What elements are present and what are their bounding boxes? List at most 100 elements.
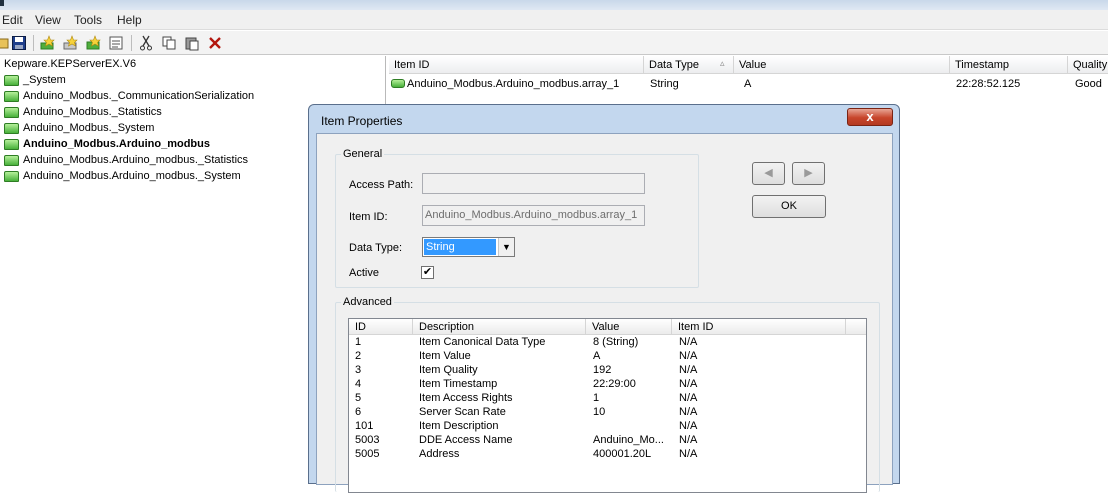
menu-edit[interactable]: Edit <box>2 13 23 27</box>
tree-item-label: _System <box>23 74 66 86</box>
cell-value: 22:29:00 <box>593 378 636 390</box>
cell-description: Item Canonical Data Type <box>419 336 546 348</box>
access-path-field[interactable] <box>422 173 645 194</box>
table-row[interactable]: 5003 DDE Access Name Anduino_Mo... N/A <box>349 434 866 448</box>
next-button[interactable]: ▶ <box>792 162 825 185</box>
cell-value: 8 (String) <box>593 336 639 348</box>
folder-icon <box>4 107 19 118</box>
cell-item-id: N/A <box>679 406 698 418</box>
menu-bar: Edit View Tools Help <box>0 10 1108 30</box>
column-value[interactable]: Value <box>586 319 672 335</box>
folder-icon <box>4 155 19 166</box>
app-icon <box>0 0 4 6</box>
cell-id: 2 <box>355 350 362 362</box>
cell-value: A <box>593 350 601 362</box>
cell-description: DDE Access Name <box>419 434 513 446</box>
close-button[interactable]: x <box>847 108 893 126</box>
cell-id: 5 <box>355 392 362 404</box>
properties-icon[interactable] <box>108 35 124 51</box>
column-id[interactable]: ID <box>349 319 413 335</box>
cell-value: Anduino_Mo... <box>593 434 664 446</box>
column-item-id[interactable]: Item ID <box>389 56 644 74</box>
cell-id: 3 <box>355 364 362 376</box>
cell-id: 6 <box>355 406 362 418</box>
data-type-select[interactable]: String ▼ <box>422 237 515 257</box>
table-row[interactable]: 3 Item Quality 192 N/A <box>349 364 866 378</box>
toolbar <box>0 31 1108 55</box>
cell-id: 5003 <box>355 434 380 446</box>
advanced-properties-table: ID Description Value Item ID 1 Item Canon… <box>348 318 867 493</box>
row-data-type: String <box>650 78 679 90</box>
cell-value: 10 <box>593 406 606 418</box>
cell-description: Server Scan Rate <box>419 406 506 418</box>
advanced-group-title: Advanced <box>341 296 394 308</box>
folder-icon <box>4 139 19 150</box>
item-properties-dialog: Item Properties x General Access Path: I… <box>308 104 900 493</box>
cell-description: Item Access Rights <box>419 392 513 404</box>
cell-description: Address <box>419 448 460 460</box>
cell-item-id: N/A <box>679 392 698 404</box>
new-channel-icon[interactable] <box>39 35 55 51</box>
column-description[interactable]: Description <box>413 319 586 335</box>
tree-item-label: Anduino_Modbus.Arduino_modbus._System <box>23 170 241 182</box>
toolbar-separator <box>33 35 34 51</box>
column-timestamp[interactable]: Timestamp <box>950 56 1068 74</box>
cell-description: Item Timestamp <box>419 378 498 390</box>
previous-button[interactable]: ◀ <box>752 162 785 185</box>
active-label: Active <box>349 267 379 279</box>
table-row[interactable]: 1 Item Canonical Data Type 8 (String) N/A <box>349 336 866 350</box>
copy-icon[interactable] <box>161 35 177 51</box>
column-value[interactable]: Value <box>734 56 950 74</box>
cell-item-id: N/A <box>679 378 698 390</box>
cell-item-id: N/A <box>679 420 698 432</box>
cell-id: 5005 <box>355 448 380 460</box>
cell-description: Item Value <box>419 350 471 362</box>
item-id-field[interactable]: Anduino_Modbus.Arduino_modbus.array_1 <box>422 205 645 226</box>
cell-value: 192 <box>593 364 612 376</box>
new-tag-icon[interactable] <box>85 35 101 51</box>
table-row[interactable]: Anduino_Modbus.Arduino_modbus.array_1 St… <box>389 76 1108 93</box>
cell-item-id: N/A <box>679 448 698 460</box>
folder-icon <box>4 171 19 182</box>
tree-item-label: Anduino_Modbus.Arduino_modbus <box>23 138 210 150</box>
access-path-label: Access Path: <box>349 179 414 191</box>
cell-description: Item Quality <box>419 364 478 376</box>
cell-id: 101 <box>355 420 374 432</box>
data-type-selected: String <box>424 239 496 255</box>
row-value: A <box>744 78 752 90</box>
save-icon[interactable] <box>11 35 27 51</box>
ok-button[interactable]: OK <box>752 195 826 218</box>
row-item-id: Anduino_Modbus.Arduino_modbus.array_1 <box>407 78 620 90</box>
table-row[interactable]: 4 Item Timestamp 22:29:00 N/A <box>349 378 866 392</box>
row-timestamp: 22:28:52.125 <box>956 78 1021 90</box>
sort-arrow-icon: ▵ <box>720 58 725 68</box>
open-icon[interactable] <box>0 35 10 51</box>
table-row[interactable]: 101 Item Description N/A <box>349 420 866 434</box>
delete-icon[interactable] <box>207 35 223 51</box>
active-checkbox[interactable]: ✔ <box>421 266 434 279</box>
folder-icon <box>4 123 19 134</box>
folder-icon <box>4 75 19 86</box>
tree-item-label: Anduino_Modbus._CommunicationSerializati… <box>23 90 255 102</box>
new-device-icon[interactable] <box>62 35 78 51</box>
paste-icon[interactable] <box>184 35 200 51</box>
column-data-type[interactable]: Data Type ▵ <box>644 56 734 74</box>
column-quality[interactable]: Quality <box>1068 56 1108 74</box>
tree-item-label: Anduino_Modbus._System <box>23 122 155 134</box>
general-group-title: General <box>341 148 385 160</box>
cell-id: 4 <box>355 378 362 390</box>
cell-item-id: N/A <box>679 336 698 348</box>
table-row[interactable]: 6 Server Scan Rate 10 N/A <box>349 406 866 420</box>
cell-id: 1 <box>355 336 362 348</box>
cut-icon[interactable] <box>138 35 154 51</box>
table-row[interactable]: 2 Item Value A N/A <box>349 350 866 364</box>
menu-help[interactable]: Help <box>117 13 142 27</box>
column-item-id[interactable]: Item ID <box>672 319 846 335</box>
tree-root[interactable]: Kepware.KEPServerEX.V6 <box>4 58 136 70</box>
chevron-down-icon[interactable]: ▼ <box>498 238 514 256</box>
table-row[interactable]: 5 Item Access Rights 1 N/A <box>349 392 866 406</box>
cell-description: Item Description <box>419 420 499 432</box>
menu-tools[interactable]: Tools <box>74 13 102 27</box>
table-row[interactable]: 5005 Address 400001.20L N/A <box>349 448 866 462</box>
menu-view[interactable]: View <box>35 13 61 27</box>
